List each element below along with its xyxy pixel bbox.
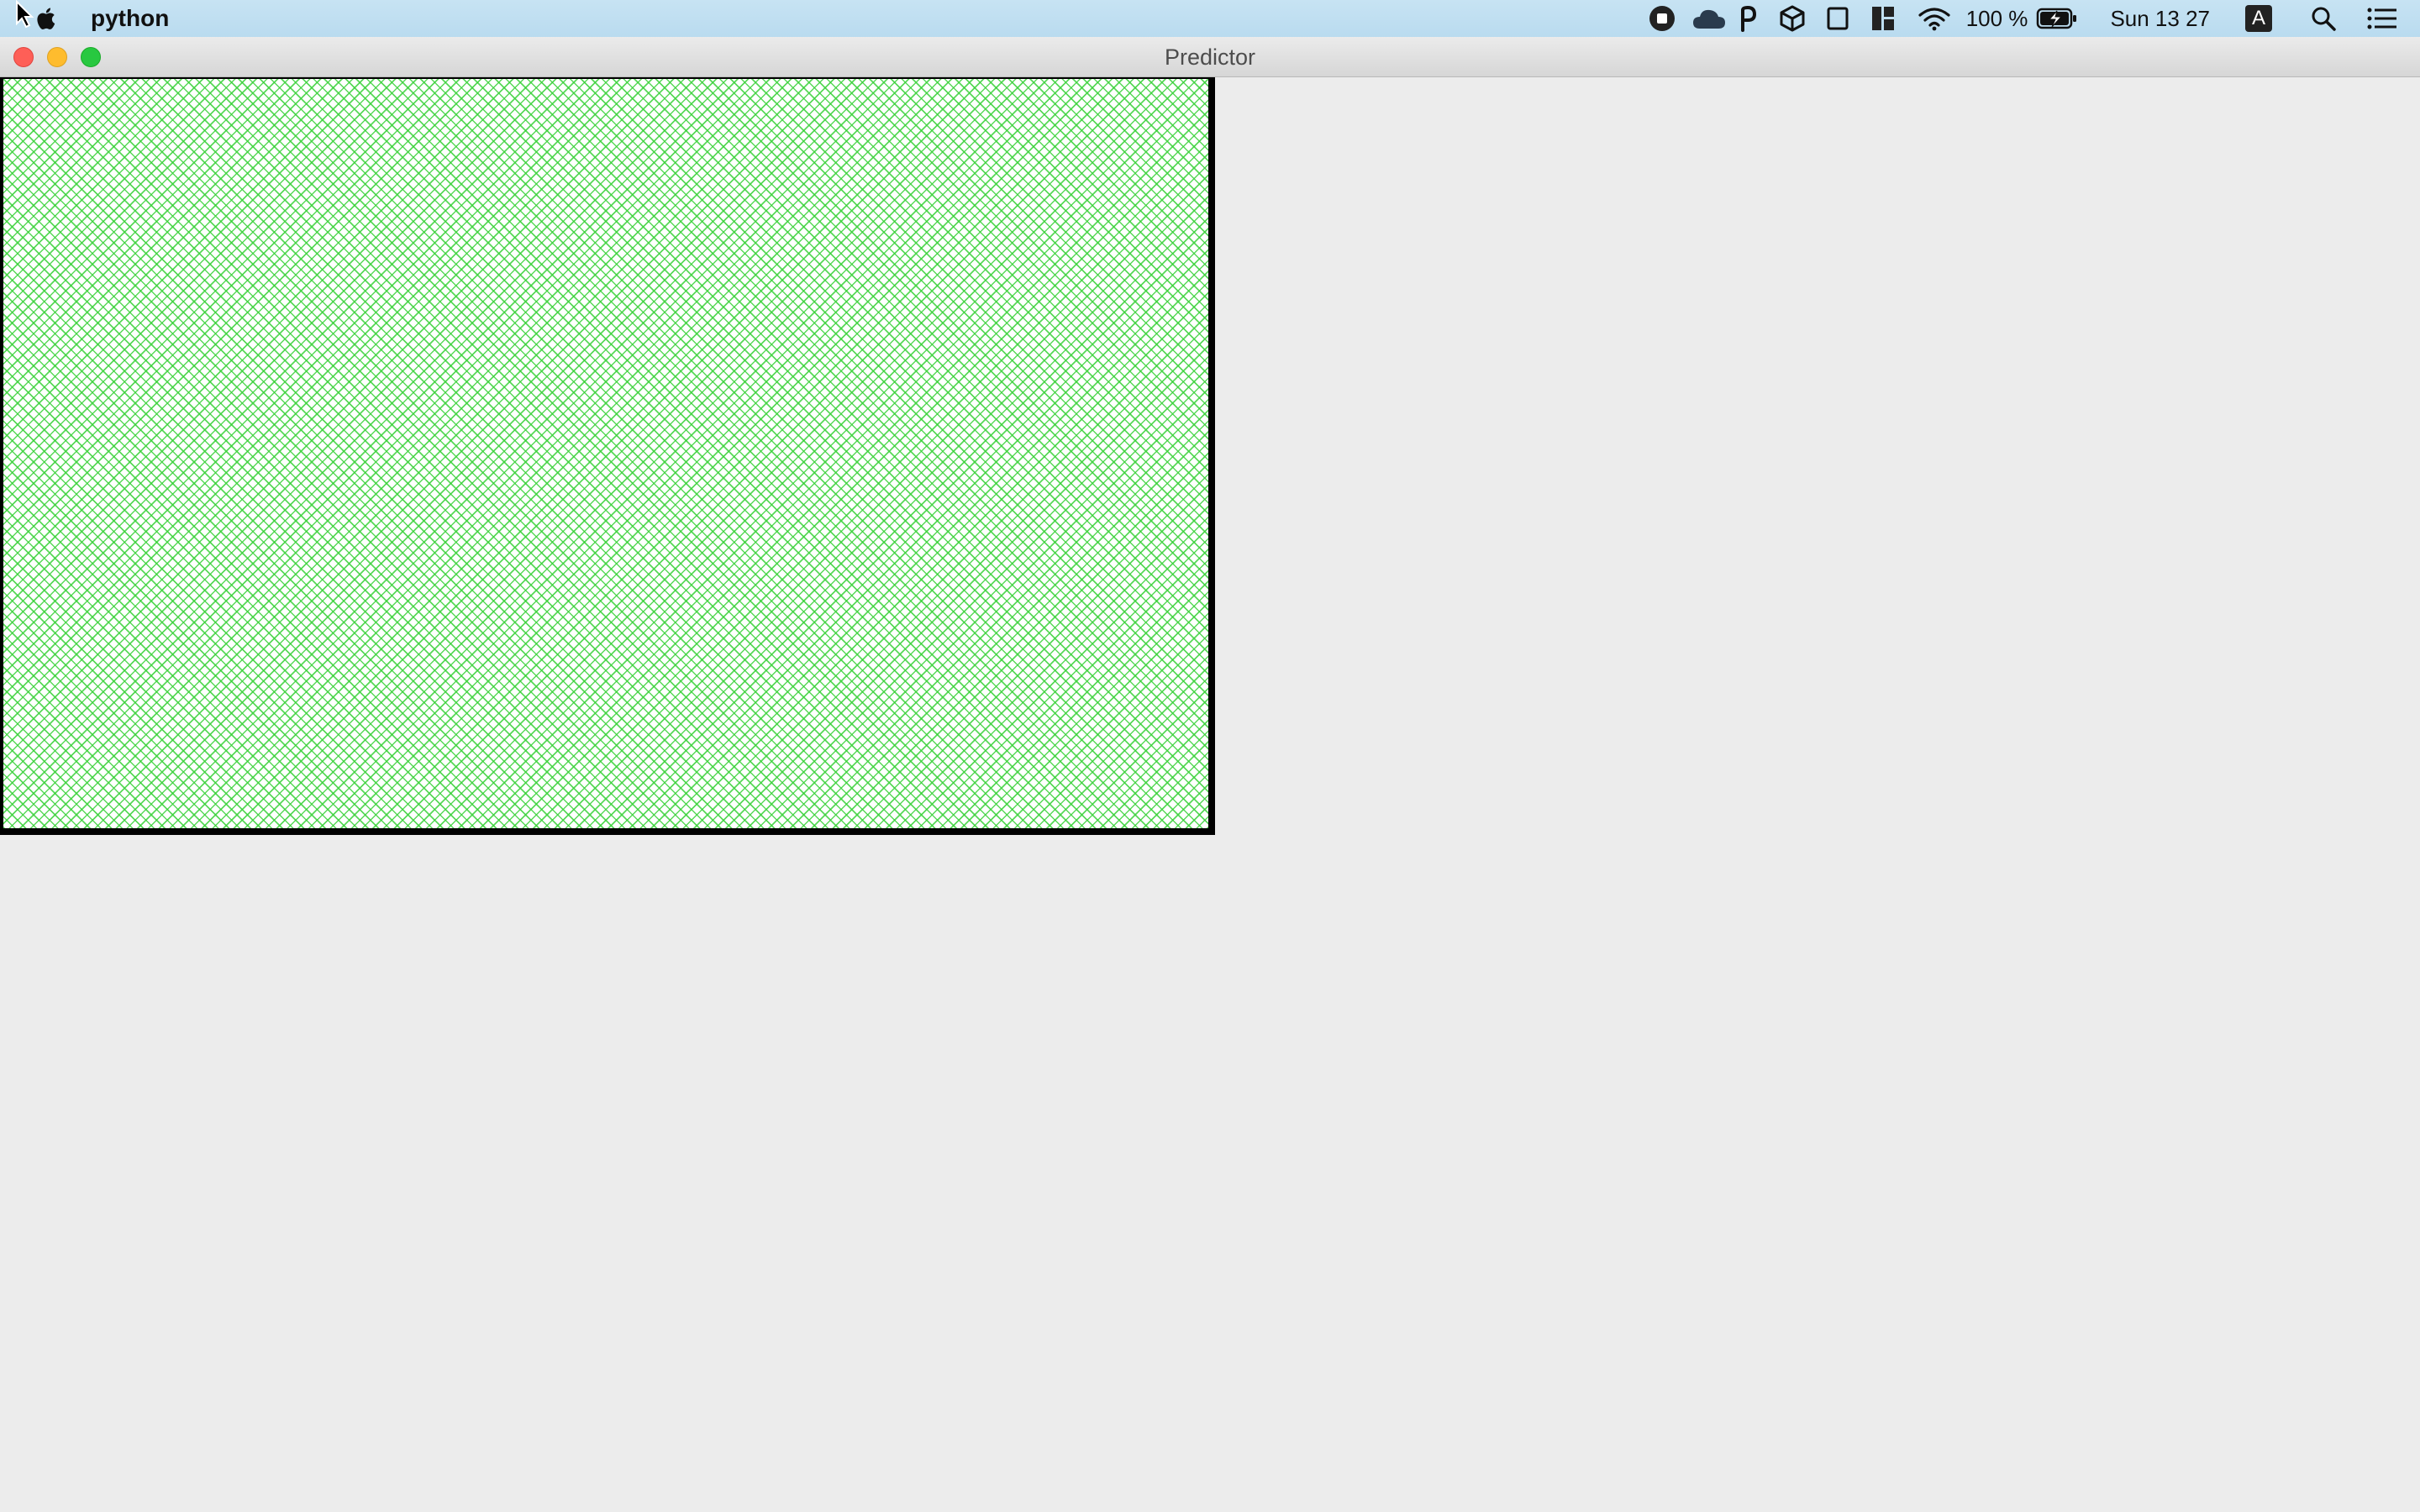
layout-icon[interactable] bbox=[1870, 0, 1896, 37]
record-icon[interactable] bbox=[1645, 0, 1679, 37]
menu-bar: python 100 % Sun 13 27 A bbox=[0, 0, 2420, 37]
square-icon[interactable] bbox=[1825, 0, 1850, 37]
menu-clock[interactable]: Sun 13 27 bbox=[2110, 0, 2210, 37]
predictor-window: Predictor bbox=[0, 37, 2420, 1512]
window-titlebar[interactable]: Predictor bbox=[0, 37, 2420, 77]
apple-menu-icon[interactable] bbox=[34, 5, 60, 32]
input-source-label: A bbox=[2245, 5, 2272, 32]
p-icon[interactable] bbox=[1736, 0, 1760, 37]
window-title: Predictor bbox=[1164, 45, 1256, 70]
battery-icon[interactable] bbox=[2036, 0, 2078, 37]
app-menu-name[interactable]: python bbox=[91, 3, 169, 34]
search-icon[interactable] bbox=[2309, 0, 2338, 37]
mouse-cursor-icon bbox=[16, 0, 34, 29]
status-area: 100 % Sun 13 27 A bbox=[1645, 0, 2420, 37]
drawing-canvas[interactable] bbox=[0, 77, 1215, 835]
box-icon[interactable] bbox=[1778, 0, 1807, 37]
list-icon[interactable] bbox=[2366, 0, 2398, 37]
input-source-icon[interactable]: A bbox=[2244, 0, 2274, 37]
cloud-icon[interactable] bbox=[1691, 0, 1728, 37]
battery-percentage[interactable]: 100 % bbox=[1966, 0, 2028, 37]
wifi-icon[interactable] bbox=[1918, 0, 1951, 37]
